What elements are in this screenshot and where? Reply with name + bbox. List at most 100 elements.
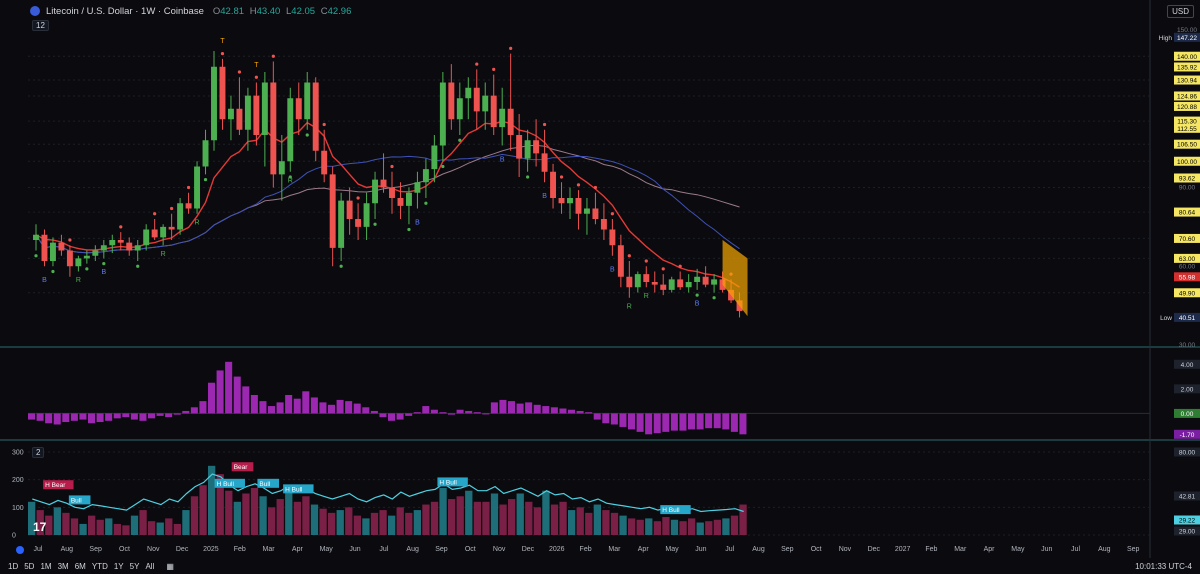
time-axis-tick: Nov [147,546,160,553]
signal-letter: R [288,177,293,184]
candle-body [617,245,624,277]
candle-body [550,171,557,198]
indicator-count-badge[interactable]: 12 [32,20,49,31]
osc-bar [439,412,447,414]
candle-body [643,274,650,282]
tf-3m[interactable]: 3M [58,562,69,571]
vol-bar [396,507,404,535]
vol-bar [542,490,550,535]
vol-bar [165,518,173,535]
tf-ytd[interactable]: YTD [92,562,108,571]
vol-bar [456,496,464,535]
tf-1d[interactable]: 1D [8,562,18,571]
vol-bar [182,510,190,535]
tf-6m[interactable]: 6M [75,562,86,571]
candle-body [499,108,506,128]
osc-bar [130,413,138,420]
osc-bar [559,408,567,414]
ohlc-readout: O42.81 H43.40 L42.05 C42.96 [210,6,351,17]
signal-letter: B [500,156,505,163]
osc-bar [70,413,78,421]
ohlc-close-label: C [320,5,328,17]
vol-bar [439,487,447,535]
tf-5y[interactable]: 5Y [130,562,140,571]
candle-body [270,82,277,175]
candle-body [329,174,336,248]
tf-all[interactable]: All [145,562,154,571]
time-axis-tick: Mar [608,546,621,553]
signal-dot [271,54,275,58]
candle-body [414,182,421,193]
settings-icon[interactable] [16,546,24,554]
candle-body [41,234,48,261]
pane3-indicator-badge[interactable]: 2 [32,447,45,458]
price-tag-label: Low [1160,315,1172,322]
signal-dot [119,225,123,229]
candle-body [295,98,302,120]
osc-bar [473,412,481,414]
price-tag-value: 106.50 [1177,142,1197,149]
vol-bar [336,510,344,535]
vol-bar [508,499,516,535]
vol-bar [328,512,336,535]
candle-body [439,82,446,146]
signal-letter: B [415,219,420,226]
tradingview-logo: 17 [33,520,47,534]
osc-bar [139,413,147,421]
candle-body [372,179,379,204]
candle-body [592,208,599,219]
tf-5d[interactable]: 5D [24,562,34,571]
price-tag-value: 100.00 [1177,159,1197,166]
vol-bar [696,522,704,535]
vol-bar [593,504,601,535]
osc-bar [302,391,310,414]
candle-body [117,240,124,243]
calendar-icon[interactable]: ▦ [166,562,174,571]
vol-bar [225,490,233,535]
vol-bar [465,490,473,535]
osc-bar [628,413,636,430]
osc-bar [482,413,490,415]
osc-bar [173,413,181,415]
price-tag-value: 55.98 [1179,274,1196,281]
candle-body [583,208,590,214]
vol-bar [293,501,301,535]
time-axis-tick: Sep [89,546,102,553]
candle-body [668,279,675,290]
signal-dot [85,267,89,271]
signal-dot [593,185,598,190]
candle-body [694,276,701,282]
osc-bar [610,413,618,425]
projection-cone [722,240,748,317]
signal-dot [237,70,242,74]
candle-body [524,140,531,159]
vol-bar [610,512,619,535]
osc-bar [276,402,284,414]
div-label: H Bear [45,482,66,489]
symbol-title[interactable]: Litecoin / U.S. Dollar · 1W · Coinbase [46,6,204,17]
osc-bar [36,413,44,421]
candle-body [355,219,362,227]
signal-letter: B [695,301,700,308]
tf-1m[interactable]: 1M [40,562,51,571]
vol-bar [379,510,387,535]
candle-body [109,240,116,246]
price-tag-value: 49.90 [1179,290,1196,297]
osc-bar [490,402,498,414]
tf-1y[interactable]: 1Y [114,562,124,571]
ohlc-close: 42.96 [327,5,352,17]
currency-button[interactable]: USD [1167,5,1194,18]
time-axis-tick: Nov [493,546,506,553]
chart-canvas[interactable]: R T R B R B B B R B R T B B R 147.22 High 140.00 135.92 130… [0,0,1200,574]
vol-bar [662,517,670,535]
signal-dot [627,254,631,258]
candle-body [261,82,268,135]
candle-body [168,226,175,230]
vol-axis-tick: 0 [12,533,16,540]
ohlc-low: 42.05 [291,5,316,17]
signal-dot [458,138,462,142]
signal-dot [661,267,665,271]
vol-bar [405,512,413,535]
signal-letter: B [610,267,615,274]
osc-bar [225,361,233,414]
